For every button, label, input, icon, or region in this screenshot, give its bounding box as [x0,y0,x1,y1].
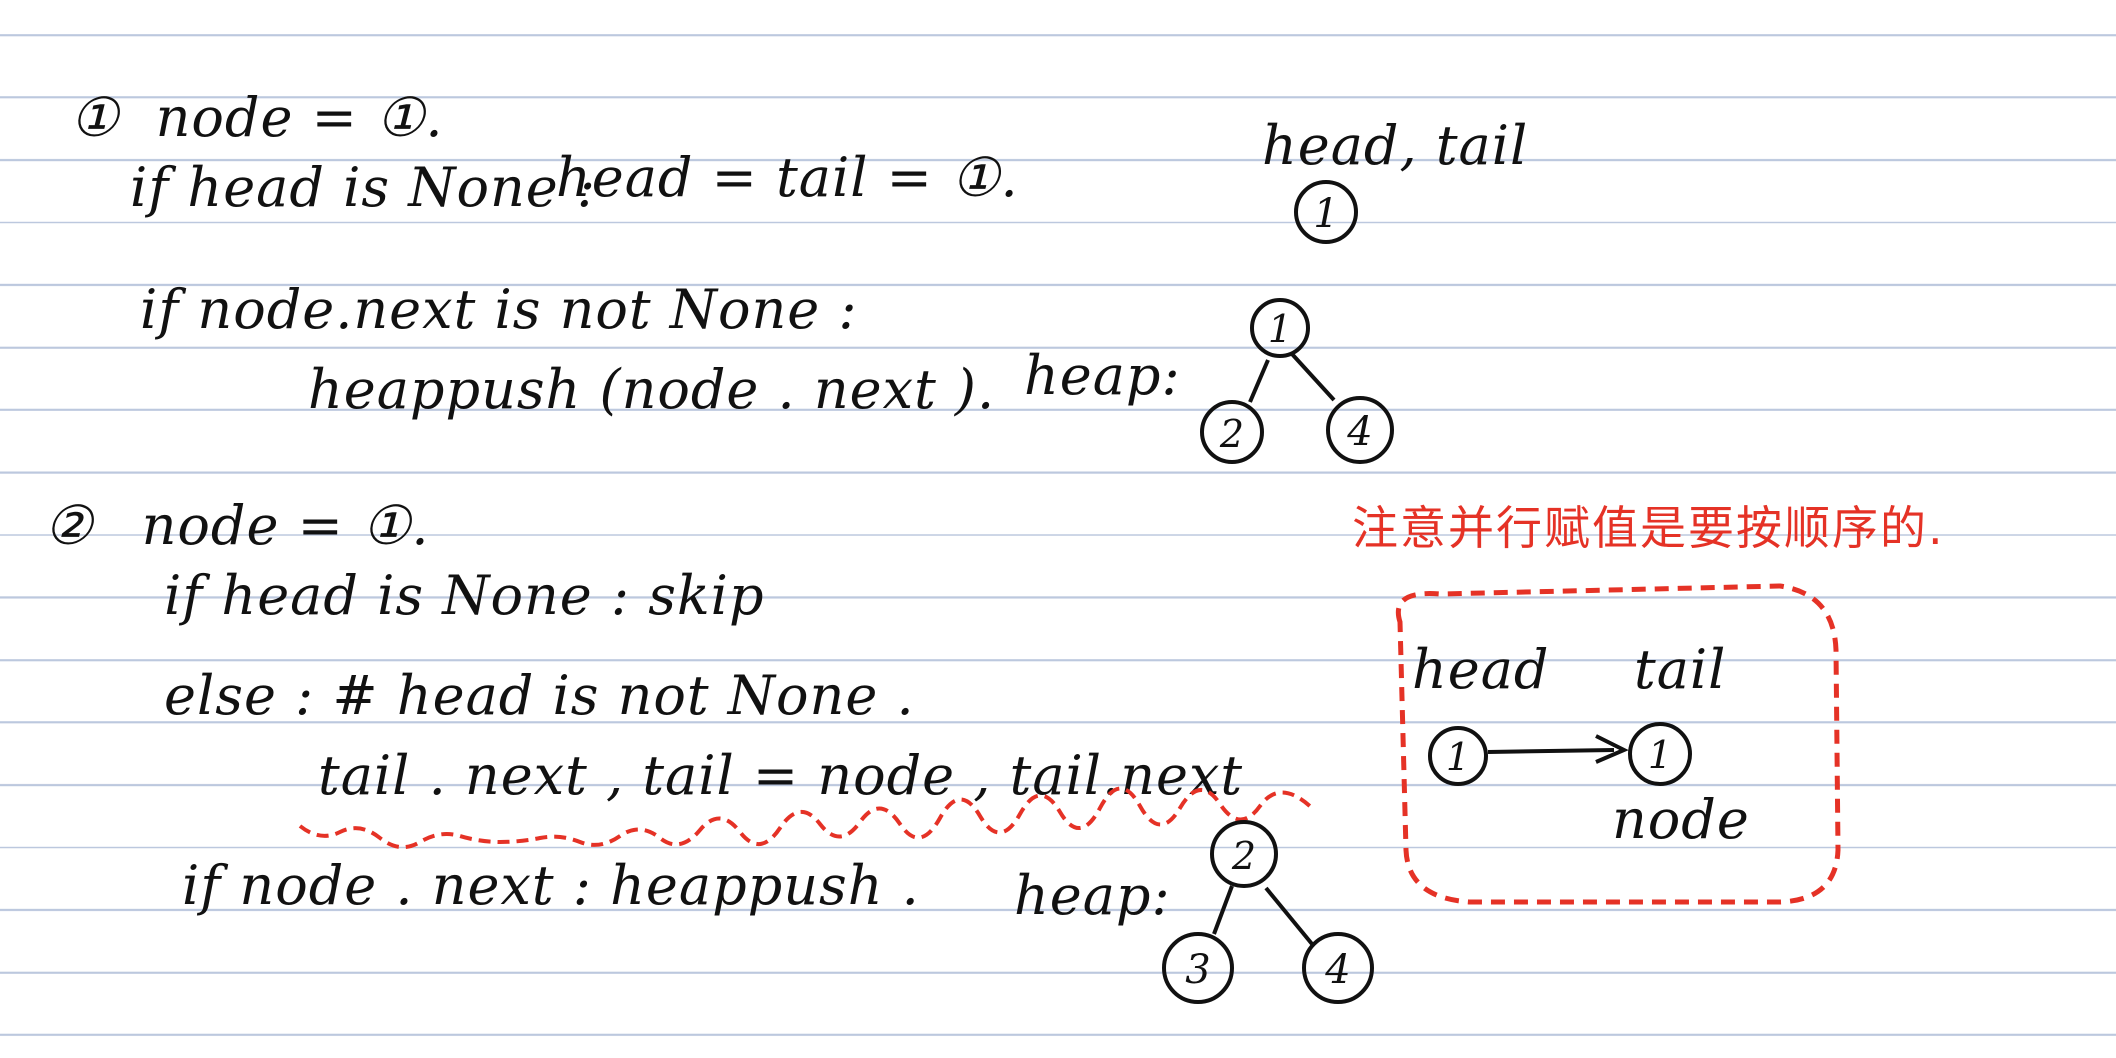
red-wavy-underline [298,786,1314,850]
step2-heap-node-left-value: 3 [1185,947,1210,993]
step1-state-node: 1 [1294,180,1358,244]
step2-heap-node-right-value: 4 [1324,947,1350,993]
step1-heap-node-left-value: 2 [1219,412,1244,456]
box-node-left-value: 1 [1446,735,1470,779]
step1-heap-node-right-value: 4 [1346,409,1372,455]
step2-heap-node-root-value: 2 [1231,834,1256,878]
step2-heap-tree: 2 3 4 [1162,820,1374,1004]
box-node-right-value: 1 [1648,733,1672,777]
drawings-layer: 1 1 2 4 2 3 4 1 1 [298,180,1841,1004]
box-arrow-line [1487,748,1615,754]
step1-heap-node-root-value: 1 [1268,307,1292,351]
step1-heap-tree: 1 2 4 [1200,298,1394,464]
box-linked-nodes: 1 1 [1428,722,1692,786]
step1-state-node-value: 1 [1313,191,1338,237]
